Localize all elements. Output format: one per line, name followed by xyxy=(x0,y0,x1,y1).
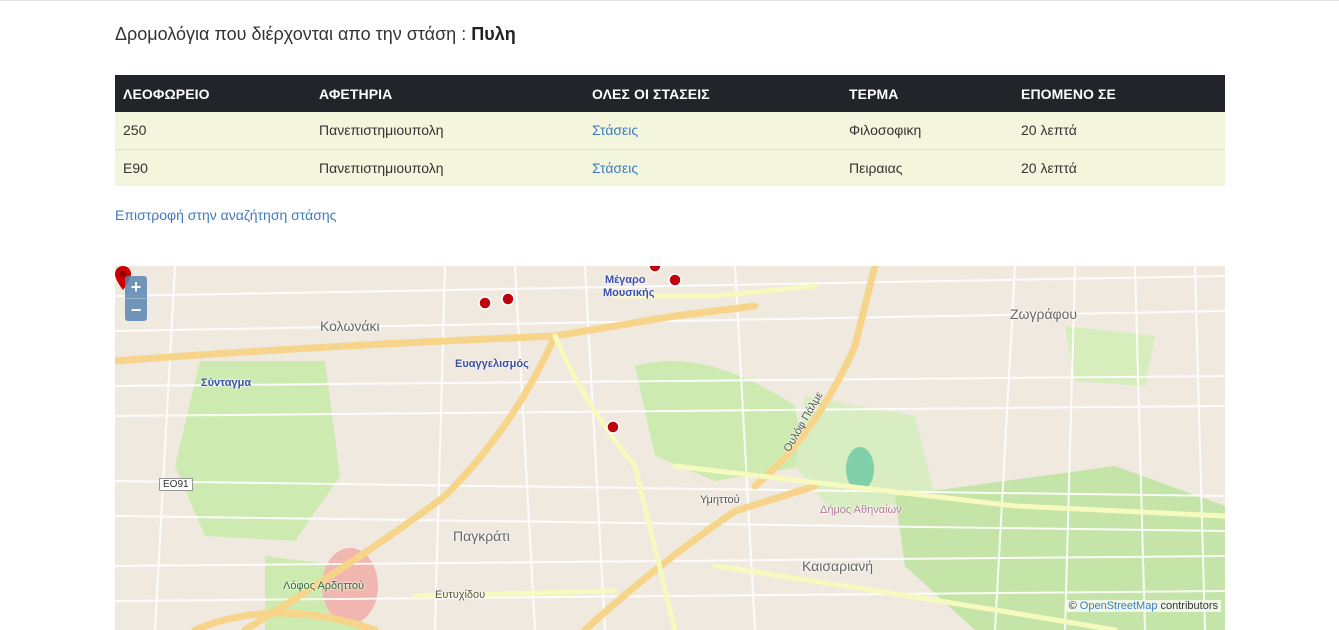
cell-start: Πανεπιστημιουπολη xyxy=(319,122,444,139)
col-header-stops: ΟΛΕΣ ΟΙ ΣΤΑΣΕΙΣ xyxy=(592,85,710,102)
route-badge: ΕΟ91 xyxy=(159,478,193,491)
cell-end: Πειραιας xyxy=(841,148,1013,186)
table-row: Ε90 Πανεπιστημιουπολη Στάσεις Πειραιας 2… xyxy=(115,148,1225,186)
zoom-out-button[interactable]: − xyxy=(125,298,147,321)
cell-stops: Στάσεις xyxy=(584,148,841,186)
cell-start: Πανεπιστημιουπολη xyxy=(311,148,584,186)
zoom-in-button[interactable]: + xyxy=(125,276,147,298)
map-label-kolonaki: Κολωνάκι xyxy=(320,318,380,334)
attribution-suffix: contributors xyxy=(1160,600,1218,612)
page-title: Δρομολόγια που διέρχονται απο την στάση … xyxy=(115,24,516,45)
map-label-mousikis: Μουσικής xyxy=(603,287,655,299)
map-label-syntagma: Σύνταγμα xyxy=(201,377,252,389)
stops-link[interactable]: Στάσεις xyxy=(592,160,638,176)
col-header-end: ΤΕΡΜΑ xyxy=(849,85,899,102)
map-label-ardittos: Λόφος Αρδηττού xyxy=(283,580,364,592)
table-header-row: ΛΕΟΦΩΡΕΙΟ ΑΦΕΤΗΡΙΑ ΟΛΕΣ ΟΙ ΣΤΑΣΕΙΣ ΤΕΡΜΑ… xyxy=(115,75,1225,112)
cell-bus: Ε90 xyxy=(115,148,311,186)
road-vas-sofias xyxy=(115,302,759,365)
col-header-bus: ΛΕΟΦΩΡΕΙΟ xyxy=(123,85,210,102)
cell-next: 20 λεπτά xyxy=(1013,148,1225,186)
map-label-ymittou: Υμηττού xyxy=(700,494,740,506)
map-label-pagkrati: Παγκράτι xyxy=(453,528,510,544)
zoom-control: + − xyxy=(125,276,147,321)
cell-stops: Στάσεις xyxy=(584,112,841,149)
back-to-search-link[interactable]: Επιστροφή στην αναζήτηση στάσης xyxy=(115,207,336,223)
map-label-evangelismos: Ευαγγελισμός xyxy=(455,358,529,370)
routes-table: ΛΕΟΦΩΡΕΙΟ ΑΦΕΤΗΡΙΑ ΟΛΕΣ ΟΙ ΣΤΑΣΕΙΣ ΤΕΡΜΑ… xyxy=(115,75,1225,186)
map-label-kaisariani: Καισαριανή xyxy=(802,558,874,574)
top-divider xyxy=(0,0,1339,1)
cell-end: Φιλοσοφικη xyxy=(849,122,922,139)
road-ymittou xyxy=(581,482,819,630)
stop-name: Πυλη xyxy=(471,24,516,44)
map-label-megaro: Μέγαρο xyxy=(605,274,646,286)
cell-bus: 250 xyxy=(123,122,147,139)
map-view[interactable]: Κολωνάκι Ευαγγελισμός Μέγαρο Μουσικής Ζω… xyxy=(115,266,1225,630)
osm-link[interactable]: OpenStreetMap xyxy=(1080,600,1158,612)
cell-next: 20 λεπτά xyxy=(1021,122,1077,139)
col-header-next: ΕΠΟΜΕΝΟ ΣΕ xyxy=(1021,85,1116,102)
title-prefix: Δρομολόγια που διέρχονται απο την στάση … xyxy=(115,24,467,44)
col-header-start: ΑΦΕΤΗΡΙΑ xyxy=(319,85,393,102)
map-label-zografou: Ζωγράφου xyxy=(1010,306,1078,322)
map-label-eftychidou: Ευτυχίδου xyxy=(435,589,486,601)
map-attribution: © OpenStreetMap contributors xyxy=(1065,600,1221,612)
attribution-prefix: © xyxy=(1068,600,1077,612)
stops-link[interactable]: Στάσεις xyxy=(592,122,638,138)
map-label-dimos: Δήμος Αθηναίων xyxy=(820,504,902,516)
table-row: 250 Πανεπιστημιουπολη Στάσεις Φιλοσοφικη… xyxy=(115,112,1225,149)
park-national-garden xyxy=(175,361,340,541)
